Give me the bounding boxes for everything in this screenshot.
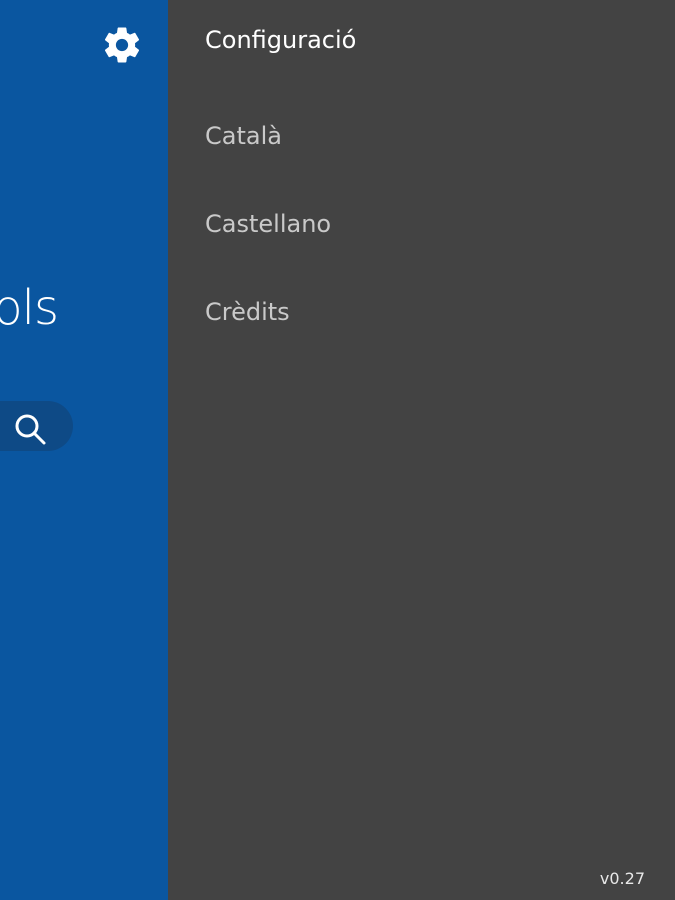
gear-icon: [104, 27, 140, 63]
version-label: v0.27: [599, 869, 645, 888]
main-panel: ols: [0, 0, 168, 900]
drawer-item-castellano[interactable]: Castellano: [205, 210, 331, 238]
app-title: ols: [0, 280, 59, 336]
drawer-item-credits[interactable]: Crèdits: [205, 298, 290, 326]
settings-drawer: Configuració Català Castellano Crèdits v…: [168, 0, 675, 900]
settings-button[interactable]: [100, 23, 144, 67]
search-icon[interactable]: [10, 409, 50, 449]
drawer-title: Configuració: [205, 26, 357, 54]
drawer-item-catala[interactable]: Català: [205, 122, 282, 150]
app-shell: ols Configuració Català Castellano Crèdi…: [0, 0, 675, 900]
